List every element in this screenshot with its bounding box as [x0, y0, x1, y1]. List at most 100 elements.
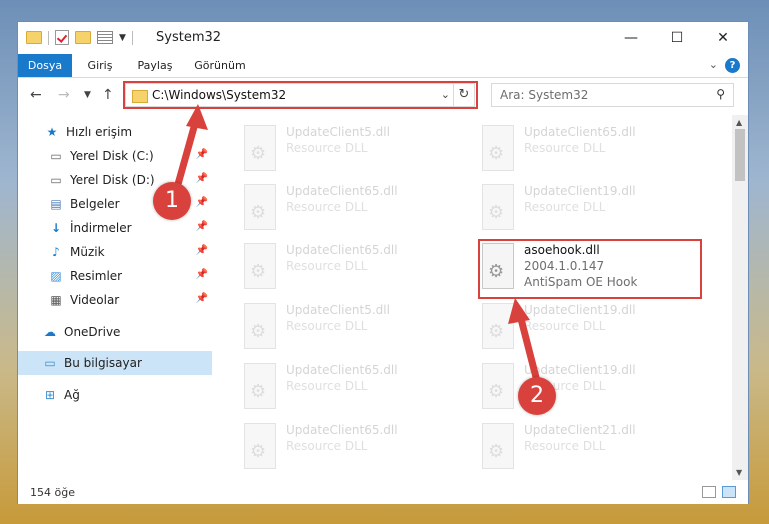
sidebar-item-videos[interactable]: ▦ Videolar 📌 [18, 288, 212, 312]
sidebar-item-label: Resimler [70, 269, 123, 283]
file-description: Resource DLL [524, 141, 606, 155]
address-bar[interactable]: C:\Windows\System32 ⌄ ↻ [125, 83, 475, 107]
search-placeholder[interactable]: Ara: System32 [500, 88, 588, 102]
sidebar-item-quick-access[interactable]: ★ Hızlı erişim [18, 120, 212, 144]
file-name: UpdateClient65.dll [286, 363, 398, 377]
vertical-scrollbar[interactable]: ▲ ▼ [732, 115, 748, 480]
list-properties-icon[interactable] [97, 31, 113, 44]
sidebar-item-downloads[interactable]: ↓ İndirmeler 📌 [18, 216, 212, 240]
scroll-thumb[interactable] [735, 129, 745, 181]
dll-file-icon: ⚙ [478, 303, 516, 349]
file-item[interactable]: ⚙ UpdateClient5.dll Resource DLL [240, 123, 460, 179]
file-name: UpdateClient65.dll [286, 184, 398, 198]
file-description: Resource DLL [286, 379, 368, 393]
close-button[interactable]: ✕ [700, 22, 746, 54]
search-input[interactable]: Ara: System32 ⚲ [491, 83, 734, 107]
file-description: Resource DLL [524, 439, 606, 453]
forward-arrow-icon[interactable]: → [58, 87, 70, 103]
sidebar-item-onedrive[interactable]: ☁ OneDrive [18, 320, 212, 344]
sidebar-item-pictures[interactable]: ▨ Resimler 📌 [18, 264, 212, 288]
video-icon: ▦ [50, 293, 62, 307]
file-item[interactable]: ⚙ UpdateClient19.dll Resource DLL [478, 361, 698, 417]
sidebar-item-this-pc[interactable]: ▭ Bu bilgisayar [18, 351, 212, 375]
dll-file-icon: ⚙ [240, 423, 278, 469]
back-arrow-icon[interactable]: ← [30, 87, 42, 103]
file-item[interactable]: ⚙ UpdateClient21.dll Resource DLL [478, 421, 698, 477]
file-description: Resource DLL [286, 259, 368, 273]
pin-icon[interactable]: 📌 [196, 293, 208, 304]
address-path[interactable]: C:\Windows\System32 [152, 88, 286, 102]
recent-locations-chevron-icon[interactable]: ▼ [84, 90, 91, 100]
music-icon: ♪ [52, 245, 60, 259]
documents-icon: ▤ [50, 197, 62, 211]
folder-icon [132, 90, 148, 103]
sidebar-item-label: Bu bilgisayar [64, 356, 142, 370]
help-icon[interactable]: ? [725, 58, 740, 73]
step-badge-1: 1 [153, 182, 191, 220]
pin-icon[interactable]: 📌 [196, 149, 208, 160]
address-history-chevron-icon[interactable]: ⌄ [441, 88, 450, 101]
explorer-window: ▼ System32 — ☐ ✕ Dosya Giriş Paylaş Görü… [17, 21, 749, 504]
dll-file-icon: ⚙ [478, 363, 516, 409]
refresh-icon[interactable]: ↻ [453, 84, 474, 106]
properties-check-icon[interactable] [55, 30, 69, 45]
dll-file-icon: ⚙ [240, 363, 278, 409]
maximize-button[interactable]: ☐ [654, 22, 700, 54]
ribbon: Dosya Giriş Paylaş Görünüm ⌄ ? [18, 54, 748, 78]
drive-icon: ▭ [50, 173, 62, 187]
new-folder-icon[interactable] [75, 31, 91, 44]
file-item[interactable]: ⚙ UpdateClient65.dll Resource DLL [240, 182, 460, 238]
file-description: Resource DLL [286, 141, 368, 155]
file-name: UpdateClient65.dll [524, 125, 636, 139]
sidebar-item-drive-c[interactable]: ▭ Yerel Disk (C:) 📌 [18, 144, 212, 168]
file-name: UpdateClient19.dll [524, 363, 636, 377]
up-arrow-icon[interactable]: ↑ [102, 87, 114, 103]
sidebar-item-label: Videolar [70, 293, 120, 307]
star-icon: ★ [46, 125, 58, 139]
file-name: UpdateClient21.dll [524, 423, 636, 437]
file-item[interactable]: ⚙ UpdateClient19.dll Resource DLL [478, 301, 698, 357]
minimize-button[interactable]: — [608, 22, 654, 54]
navigation-bar: ← → ▼ ↑ C:\Windows\System32 ⌄ ↻ Ara: Sys… [18, 78, 748, 114]
tab-dosya[interactable]: Dosya [18, 54, 72, 77]
pin-icon[interactable]: 📌 [196, 197, 208, 208]
customize-toolbar-chevron-icon[interactable]: ▼ [119, 33, 126, 43]
dll-file-icon: ⚙ [240, 184, 278, 230]
file-item[interactable]: ⚙ UpdateClient65.dll Resource DLL [240, 361, 460, 417]
step-badge-2: 2 [518, 377, 556, 415]
file-item[interactable]: ⚙ UpdateClient65.dll Resource DLL [478, 123, 698, 179]
pin-icon[interactable]: 📌 [196, 245, 208, 256]
expand-ribbon-chevron-icon[interactable]: ⌄ [709, 58, 718, 71]
sidebar-item-label: Müzik [70, 245, 105, 259]
file-highlight-box [478, 239, 702, 299]
scroll-up-arrow-icon[interactable]: ▲ [736, 118, 742, 127]
sidebar-item-music[interactable]: ♪ Müzik 📌 [18, 240, 212, 264]
sidebar-item-label: OneDrive [64, 325, 121, 339]
file-item[interactable]: ⚙ UpdateClient65.dll Resource DLL [240, 421, 460, 477]
file-name: UpdateClient65.dll [286, 243, 398, 257]
sidebar-item-network[interactable]: ⊞ Ağ [18, 383, 212, 407]
pin-icon[interactable]: 📌 [196, 269, 208, 280]
sidebar-item-label: İndirmeler [70, 221, 132, 235]
tab-giris[interactable]: Giriş [80, 54, 120, 77]
details-view-icon[interactable] [702, 486, 716, 498]
file-description: Resource DLL [286, 439, 368, 453]
file-item[interactable]: ⚙ UpdateClient5.dll Resource DLL [240, 301, 460, 357]
sidebar-item-label: Yerel Disk (D:) [70, 173, 155, 187]
file-name: UpdateClient65.dll [286, 423, 398, 437]
pin-icon[interactable]: 📌 [196, 173, 208, 184]
file-item[interactable]: ⚙ UpdateClient65.dll Resource DLL [240, 241, 460, 297]
large-icons-view-icon[interactable] [722, 486, 736, 498]
file-item[interactable]: ⚙ UpdateClient19.dll Resource DLL [478, 182, 698, 238]
computer-icon: ▭ [44, 356, 56, 370]
dll-file-icon: ⚙ [240, 125, 278, 171]
dll-file-icon: ⚙ [478, 423, 516, 469]
search-icon[interactable]: ⚲ [716, 87, 725, 101]
tab-paylas[interactable]: Paylaş [132, 54, 178, 77]
tab-gorunum[interactable]: Görünüm [190, 54, 250, 77]
file-name: UpdateClient19.dll [524, 303, 636, 317]
scroll-down-arrow-icon[interactable]: ▼ [736, 468, 742, 477]
window-title: System32 [156, 30, 222, 45]
item-count: 154 öğe [30, 486, 75, 499]
pin-icon[interactable]: 📌 [196, 221, 208, 232]
